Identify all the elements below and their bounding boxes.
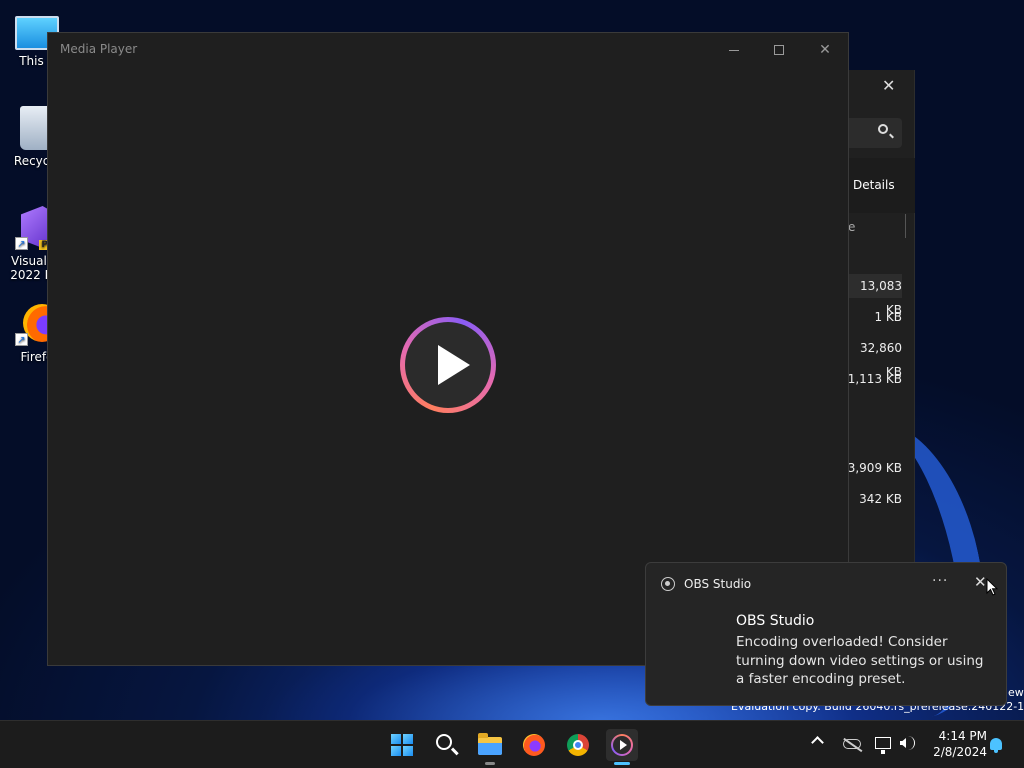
explorer-search-box[interactable] — [846, 118, 902, 148]
file-row-size[interactable]: 1,113 KB — [846, 367, 902, 391]
volume-icon[interactable] — [900, 738, 906, 748]
watermark-fragment: ew — [1008, 686, 1024, 699]
taskbar-chrome[interactable] — [562, 729, 594, 761]
minimize-button[interactable] — [714, 37, 754, 63]
details-button[interactable]: Details — [853, 178, 895, 192]
search-icon — [436, 734, 452, 750]
taskbar-firefox[interactable] — [518, 729, 550, 761]
volume-wave-icon — [907, 736, 915, 750]
play-icon — [438, 345, 470, 385]
onedrive-offline-icon[interactable] — [843, 739, 861, 749]
shortcut-arrow-icon: ↗ — [15, 237, 28, 250]
close-button[interactable]: ✕ — [805, 37, 845, 63]
notification-toast[interactable]: OBS Studio ··· ✕ OBS Studio Encoding ove… — [645, 562, 1007, 706]
maximize-button[interactable] — [759, 37, 799, 63]
window-title: Media Player — [60, 42, 138, 56]
taskbar-media-player[interactable] — [606, 729, 638, 765]
clock-time: 4:14 PM — [938, 729, 987, 743]
start-icon — [391, 734, 413, 756]
running-indicator — [485, 762, 495, 765]
play-button-face — [405, 322, 491, 408]
file-explorer-icon — [478, 733, 502, 755]
minimize-icon — [729, 49, 739, 51]
taskbar-file-explorer[interactable] — [474, 729, 506, 765]
explorer-titlebar: ✕ — [846, 70, 914, 100]
explorer-close-button[interactable]: ✕ — [882, 76, 895, 95]
taskbar-search-button[interactable] — [430, 729, 462, 761]
file-explorer-window[interactable]: ✕ Details e 13,083 KB 1 KB 32,860 KB 1,1… — [846, 70, 915, 570]
chrome-icon — [567, 734, 589, 756]
notification-title: OBS Studio — [736, 613, 815, 629]
file-row-size[interactable]: 1 KB — [846, 305, 902, 329]
file-row-size[interactable]: 342 KB — [846, 487, 902, 511]
notification-bell-icon[interactable] — [990, 738, 1002, 753]
notification-app-name: OBS Studio — [684, 577, 752, 591]
file-row-size[interactable]: 32,860 KB — [846, 336, 902, 379]
search-icon — [878, 124, 888, 134]
notification-more-button[interactable]: ··· — [932, 573, 948, 589]
taskbar: 4:14 PM 2/8/2024 — [0, 720, 1024, 768]
notification-close-button[interactable]: ✕ — [974, 573, 987, 591]
system-clock[interactable]: 4:14 PM 2/8/2024 — [925, 728, 987, 760]
media-player-icon — [611, 734, 633, 756]
network-icon[interactable] — [875, 737, 891, 754]
file-row-size[interactable]: 13,083 KB — [846, 274, 902, 317]
chevron-up-icon[interactable] — [811, 736, 824, 749]
file-row-size[interactable]: 3,909 KB — [846, 456, 902, 480]
start-button[interactable] — [386, 729, 418, 761]
obs-icon — [661, 577, 675, 591]
explorer-toolbar: Details — [846, 158, 915, 213]
notification-body: Encoding overloaded! Consider turning do… — [736, 634, 984, 687]
firefox-icon — [523, 734, 545, 756]
play-button[interactable] — [400, 317, 496, 413]
clock-date: 2/8/2024 — [933, 745, 987, 759]
maximize-icon — [774, 45, 784, 55]
column-separator[interactable] — [905, 214, 906, 238]
active-indicator — [614, 762, 630, 765]
shortcut-arrow-icon: ↗ — [15, 333, 28, 346]
column-header-size[interactable]: e — [848, 220, 855, 234]
